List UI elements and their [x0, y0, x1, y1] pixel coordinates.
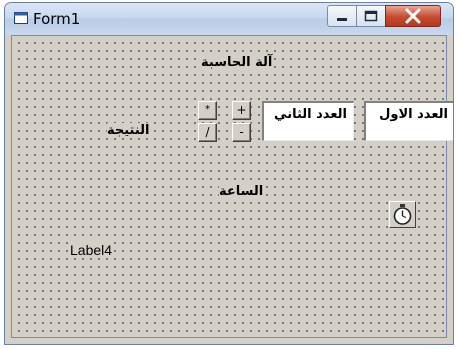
title-bar[interactable]: Form1: [5, 3, 453, 35]
close-icon: [405, 8, 421, 24]
calculator-title-label: آلة الحاسبة: [201, 55, 273, 70]
maximize-button[interactable]: [356, 5, 386, 27]
minimize-icon: [337, 18, 347, 21]
divide-button[interactable]: /: [198, 123, 217, 142]
add-button[interactable]: +: [232, 101, 251, 120]
close-button[interactable]: [385, 5, 441, 27]
timer-control[interactable]: [389, 201, 416, 228]
first-number-textbox[interactable]: العدد الاول: [364, 101, 453, 141]
subtract-button[interactable]: -: [232, 123, 251, 142]
form-window: Form1 آلة الحاسبة العدد الاول العدد الثا…: [4, 2, 454, 345]
maximize-icon: [364, 10, 378, 22]
form-client-area: آلة الحاسبة العدد الاول العدد الثاني + -…: [11, 35, 453, 338]
minimize-button[interactable]: [327, 5, 357, 27]
window-title: Form1: [33, 10, 81, 28]
clock-label: الساعة: [219, 184, 264, 199]
stopwatch-icon: [393, 204, 412, 225]
label4: Label4: [70, 242, 113, 258]
multiply-button[interactable]: *: [198, 101, 217, 120]
form-icon: [14, 12, 28, 24]
second-number-textbox[interactable]: العدد الثاني: [262, 101, 354, 141]
result-label: النتيجة: [107, 123, 150, 138]
